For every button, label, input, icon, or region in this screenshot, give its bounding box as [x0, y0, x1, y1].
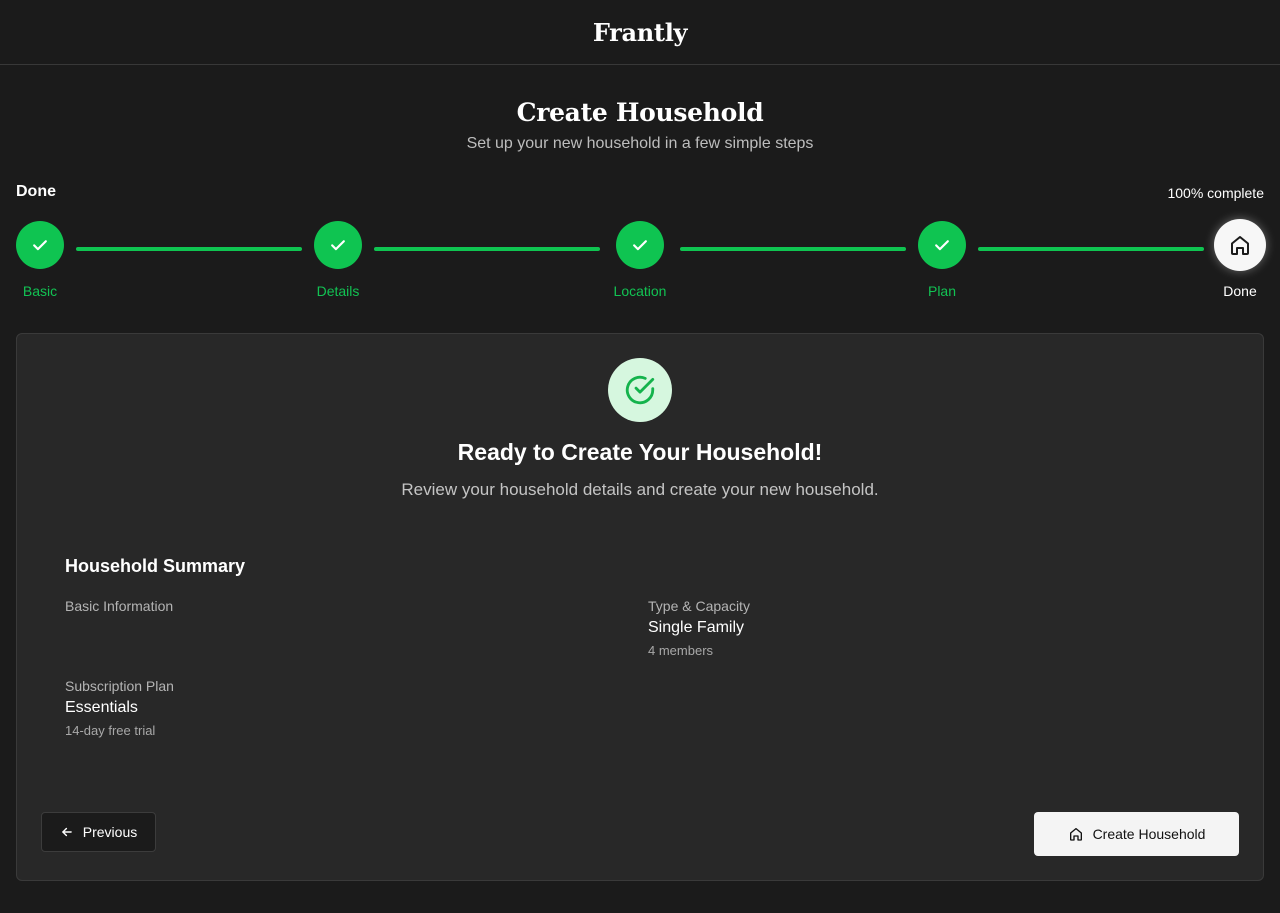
check-icon [30, 235, 50, 255]
create-household-button[interactable]: Create Household [1034, 812, 1239, 856]
step-location[interactable] [616, 221, 664, 269]
step-done[interactable] [1214, 219, 1266, 271]
create-household-label: Create Household [1092, 826, 1206, 842]
previous-button-label: Previous [82, 824, 138, 840]
review-card: Ready to Create Your Household! Review y… [16, 333, 1264, 881]
check-circle-icon [623, 373, 657, 407]
step-label-done: Done [1223, 283, 1257, 299]
step-basic[interactable] [16, 221, 64, 269]
home-icon [1228, 233, 1252, 257]
step-connector [76, 247, 302, 251]
step-details[interactable] [314, 221, 362, 269]
step-label-basic: Basic [22, 283, 58, 299]
subscription-plan-label: Subscription Plan [65, 678, 174, 694]
success-badge [608, 358, 672, 422]
progress-stepper: Basic Details Location Plan Done [0, 0, 1280, 320]
type-capacity-label: Type & Capacity [648, 598, 750, 614]
member-count: 4 members [648, 643, 714, 658]
previous-button[interactable]: Previous [41, 812, 156, 852]
step-connector [374, 247, 600, 251]
summary-title: Household Summary [65, 556, 246, 576]
step-label-details: Details [316, 283, 360, 299]
subscription-plan-value: Essentials [65, 699, 138, 716]
step-label-plan: Plan [927, 283, 957, 299]
basic-information-label: Basic Information [65, 598, 174, 614]
home-icon [1068, 826, 1084, 842]
arrow-left-icon [60, 825, 74, 839]
review-title: Ready to Create Your Household! [457, 439, 823, 465]
step-connector [978, 247, 1204, 251]
check-icon [932, 235, 952, 255]
check-icon [630, 235, 650, 255]
step-plan[interactable] [918, 221, 966, 269]
type-capacity-value: Single Family [648, 619, 745, 636]
step-connector [680, 247, 906, 251]
check-icon [328, 235, 348, 255]
trial-info: 14-day free trial [65, 723, 156, 738]
step-label-location: Location [613, 283, 667, 299]
review-subtitle: Review your household details and create… [401, 480, 879, 499]
